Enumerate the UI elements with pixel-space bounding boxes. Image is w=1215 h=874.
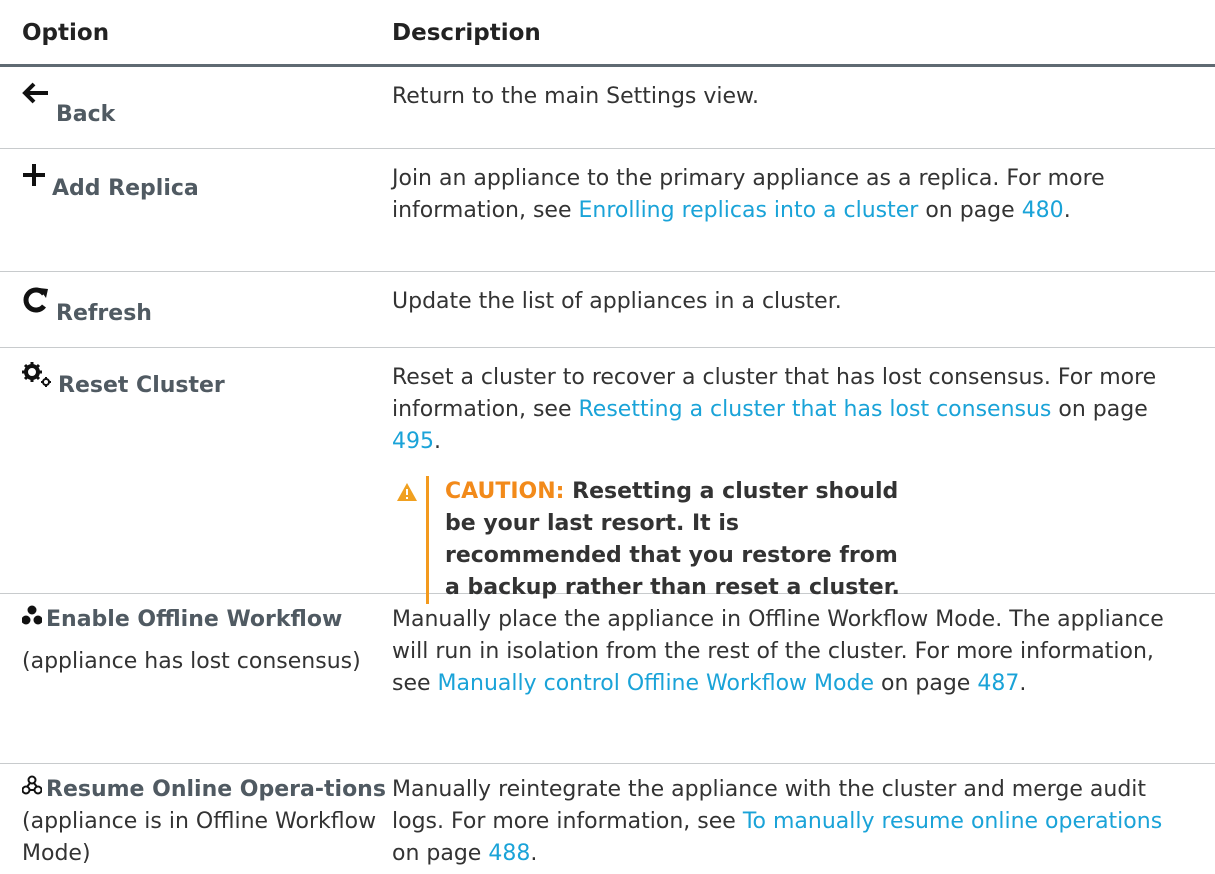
cross-reference-link[interactable]: Manually control Offline Workflow Mode: [438, 671, 874, 696]
warning-icon: [396, 476, 426, 604]
description-cell: Manually place the appliance in Offline …: [392, 594, 1215, 763]
network-nodes-outline-icon: [21, 774, 43, 806]
description-text: .: [530, 841, 538, 866]
table-header: Option Description: [0, 0, 1215, 67]
description-text: on page: [918, 198, 1022, 223]
option-cell: Resume Online Opera-tions (appliance is …: [0, 764, 392, 874]
option-name[interactable]: Enable Offline Workflow: [46, 607, 342, 632]
option-name[interactable]: Refresh: [56, 301, 152, 326]
network-nodes-icon: [21, 604, 43, 636]
cross-reference-link[interactable]: To manually resume online operations: [743, 809, 1162, 834]
page-link[interactable]: 495: [392, 429, 434, 454]
table-row: Reset Cluster Reset a cluster to recover…: [0, 348, 1215, 604]
description-cell: Join an appliance to the primary applian…: [392, 149, 1215, 271]
description-cell: Reset a cluster to recover a cluster tha…: [392, 348, 1215, 604]
description-cell: Return to the main Settings view.: [392, 84, 759, 109]
option-name[interactable]: Add Replica: [52, 176, 199, 201]
options-table: Option Description Back Return to the ma…: [0, 0, 1215, 874]
option-name[interactable]: Back: [56, 102, 115, 127]
table-row: Add Replica Join an appliance to the pri…: [0, 149, 1215, 272]
option-name[interactable]: Reset Cluster: [58, 373, 225, 398]
back-arrow-icon: [22, 81, 50, 117]
header-option: Option: [22, 20, 110, 46]
cross-reference-link[interactable]: Resetting a cluster that has lost consen…: [578, 397, 1051, 422]
option-title: Enable Offline Workflow: [21, 604, 392, 636]
description-text: on page: [1051, 397, 1148, 422]
page-link[interactable]: 480: [1022, 198, 1064, 223]
caution-label: CAUTION:: [445, 479, 565, 504]
option-cell: Back: [0, 67, 392, 148]
gears-icon: [22, 362, 52, 398]
description-paragraph: Reset a cluster to recover a cluster tha…: [392, 362, 1193, 458]
caution-note: CAUTION: Resetting a cluster should be y…: [396, 476, 1193, 604]
option-name[interactable]: Resume Online Opera-tions: [46, 777, 386, 802]
page-link[interactable]: 487: [977, 671, 1019, 696]
description-text: .: [434, 429, 441, 454]
option-cell: Add Replica: [0, 149, 392, 271]
table-row: Back Return to the main Settings view.: [0, 67, 1215, 149]
page-link[interactable]: 488: [488, 841, 530, 866]
description-cell: Update the list of appliances in a clust…: [392, 289, 842, 314]
description-text: .: [1019, 671, 1027, 696]
table-row: Enable Offline Workflow (appliance has l…: [0, 594, 1215, 764]
description-cell: Manually reintegrate the appliance with …: [392, 764, 1215, 874]
option-subtext: (appliance has lost consensus): [22, 649, 361, 674]
description-text: on page: [873, 671, 978, 696]
plus-icon: [22, 163, 46, 197]
description-text: on page: [392, 841, 489, 866]
caution-text-block: CAUTION: Resetting a cluster should be y…: [426, 476, 905, 604]
refresh-icon: [22, 286, 50, 324]
table-row: Resume Online Opera-tions (appliance is …: [0, 764, 1215, 874]
option-subtext: (appliance is in Offline Workflow Mode): [22, 809, 377, 866]
option-cell: Reset Cluster: [0, 348, 392, 593]
option-cell: Refresh: [0, 272, 392, 347]
description-text: .: [1063, 198, 1071, 223]
table-row: Refresh Update the list of appliances in…: [0, 272, 1215, 348]
cross-reference-link[interactable]: Enrolling replicas into a cluster: [578, 198, 918, 223]
option-cell: Enable Offline Workflow (appliance has l…: [0, 594, 392, 763]
header-description: Description: [392, 20, 541, 46]
